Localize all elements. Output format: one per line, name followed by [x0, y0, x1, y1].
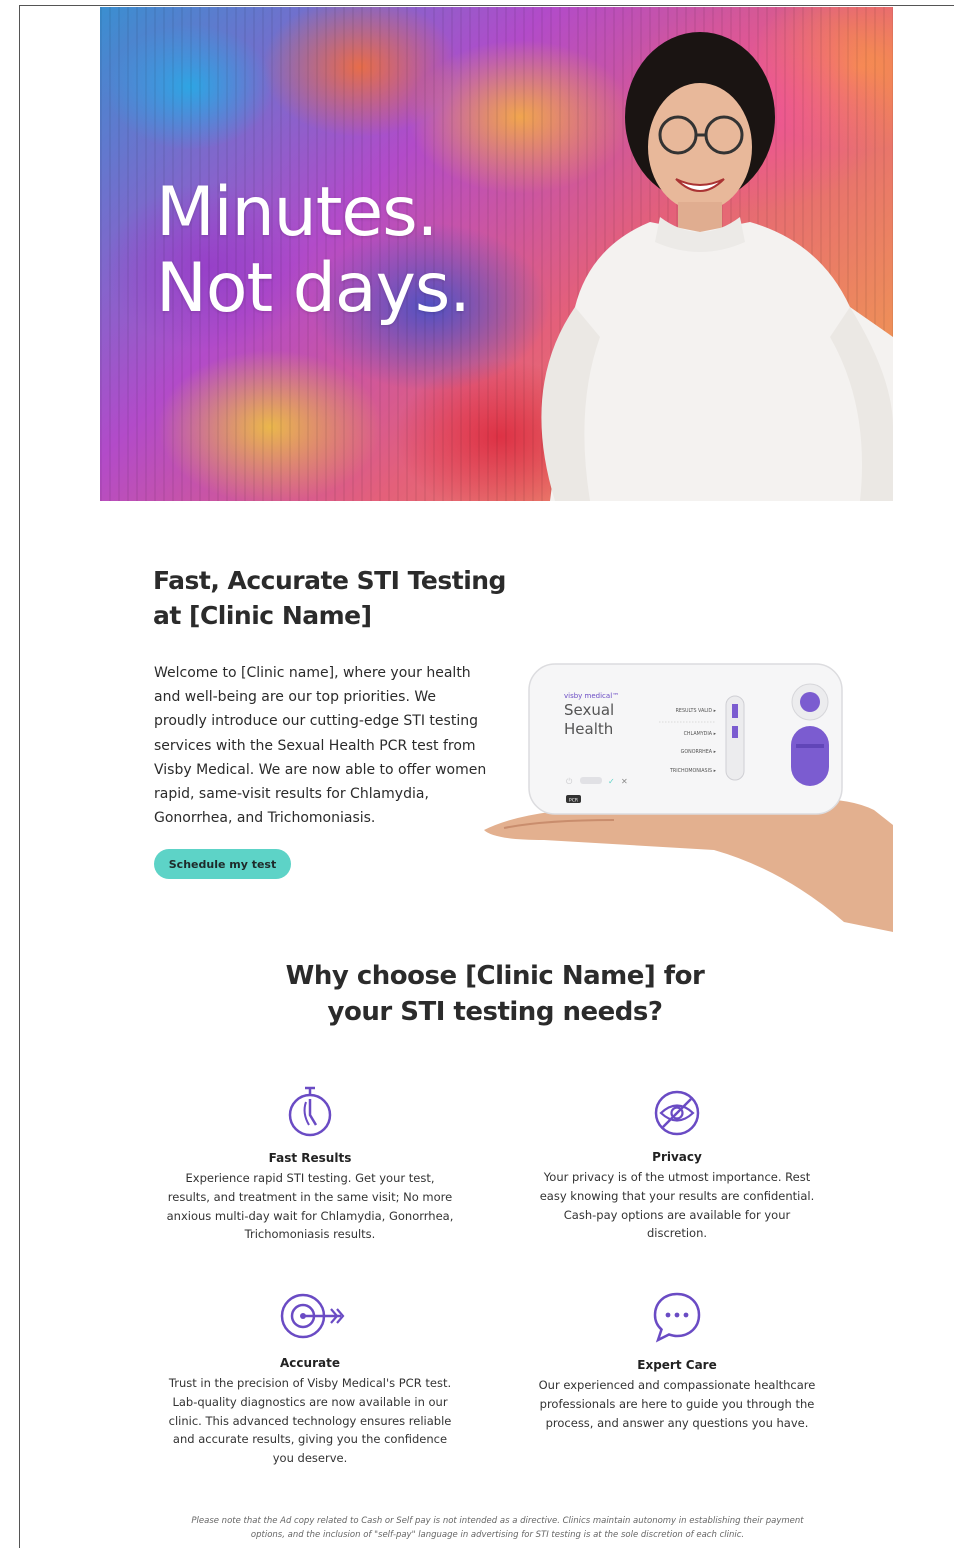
- feature-title: Fast Results: [268, 1151, 352, 1165]
- feature-privacy: Privacy Your privacy is of the utmost im…: [532, 1088, 822, 1243]
- svg-text:✕: ✕: [621, 777, 628, 786]
- device-label-gonorrhea: GONORRHEA ▸: [681, 749, 717, 755]
- intro-body-text: Welcome to [Clinic name], where your hea…: [154, 665, 487, 827]
- why-heading: Why choose [Clinic Name] for your STI te…: [250, 958, 740, 1030]
- svg-text:✓: ✓: [608, 777, 615, 786]
- why-heading-line1: Why choose [Clinic Name] for: [285, 961, 705, 991]
- intro-heading: Fast, Accurate STI Testing at [Clinic Na…: [153, 563, 513, 633]
- feature-title: Privacy: [652, 1150, 702, 1164]
- hero-title: Minutes. Not days.: [156, 173, 471, 328]
- stopwatch-icon: [288, 1086, 332, 1137]
- device-title-line2: Health: [564, 720, 613, 738]
- hero-title-line1: Minutes.: [156, 173, 438, 252]
- target-arrow-icon: [280, 1293, 345, 1339]
- feature-accurate: Accurate Trust in the precision of Visby…: [165, 1291, 455, 1468]
- device-brand: visby medical™: [564, 692, 619, 700]
- feature-title: Expert Care: [637, 1358, 717, 1372]
- hero-banner: Minutes. Not days.: [100, 7, 893, 501]
- intro-heading-line1: Fast, Accurate STI Testing: [153, 566, 506, 595]
- feature-fast-results: Fast Results Experience rapid STI testin…: [165, 1085, 455, 1244]
- eye-slash-icon: [654, 1090, 700, 1136]
- device-illustration: visby medical™ Sexual Health RESULTS VAL…: [484, 663, 893, 932]
- device-label-results-valid: RESULTS VALID ▸: [676, 708, 717, 714]
- feature-text: Our experienced and compassionate health…: [538, 1378, 816, 1430]
- device-label-trichomoniasis: TRICHOMONIASIS ▸: [669, 768, 717, 774]
- feature-expert-care: Expert Care Our experienced and compassi…: [532, 1291, 822, 1432]
- intro-heading-line2: at [Clinic Name]: [153, 601, 372, 630]
- feature-text: Your privacy is of the utmost importance…: [539, 1170, 815, 1241]
- feature-text: Trust in the precision of Visby Medical'…: [168, 1376, 452, 1466]
- device-label-chlamydia: CHLAMYDIA ▸: [684, 731, 717, 737]
- hero-title-line2: Not days.: [156, 249, 471, 328]
- device-in-hand-image: visby medical™ Sexual Health RESULTS VAL…: [484, 660, 893, 932]
- svg-text:⏻: ⏻: [566, 777, 573, 786]
- why-heading-line2: your STI testing needs?: [327, 997, 663, 1027]
- hero-person-image: [541, 32, 893, 501]
- disclaimer-text: Please note that the Ad copy related to …: [191, 1516, 804, 1540]
- feature-text: Experience rapid STI testing. Get your t…: [166, 1171, 454, 1242]
- frame-top-border: [19, 5, 954, 6]
- device-pcr-badge: PCR: [569, 798, 578, 804]
- frame-left-border: [19, 5, 20, 1548]
- feature-title: Accurate: [280, 1356, 340, 1370]
- device-title-line1: Sexual: [564, 701, 614, 719]
- chat-bubble-icon: [653, 1292, 701, 1343]
- schedule-test-button[interactable]: Schedule my test: [154, 849, 291, 879]
